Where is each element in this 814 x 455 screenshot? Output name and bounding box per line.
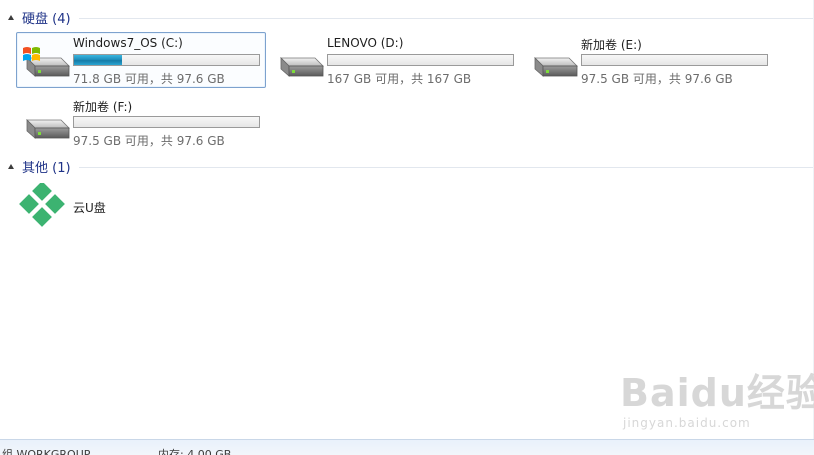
hard-drive-icon [26,119,70,139]
group-header-other[interactable]: 其他 (1) [8,156,814,176]
collapse-triangle-icon[interactable] [8,163,14,169]
drive-name: 新加卷 (E:) [581,38,642,52]
cloud-u-disk-icon [19,183,65,227]
group-title: 其他 (1) [22,160,71,176]
drive-space-text: 167 GB 可用，共 167 GB [327,72,472,86]
drive-usage-bar [327,54,514,66]
cloud-u-disk-item[interactable]: 云U盘 [18,183,218,231]
group-divider [78,17,814,19]
drive-usage-bar [73,116,260,128]
drive-e[interactable]: 新加卷 (E:) 97.5 GB 可用，共 97.6 GB [524,32,774,88]
drive-space-text: 71.8 GB 可用，共 97.6 GB [73,72,225,86]
drive-usage-bar [581,54,768,66]
drive-name: 新加卷 (F:) [73,100,133,114]
watermark-brand: Baidu经验 [620,371,814,415]
item-name: 云U盘 [73,201,106,215]
drive-space-text: 97.5 GB 可用，共 97.6 GB [581,72,733,86]
hard-drive-icon [534,57,578,77]
drive-usage-bar [73,54,260,66]
status-bar: 组 WORKGROUP 内存: 4.00 GB [0,439,814,455]
drive-d[interactable]: LENOVO (D:) 167 GB 可用，共 167 GB [270,32,520,88]
drive-c[interactable]: Windows7_OS (C:) 71.8 GB 可用，共 97.6 GB [16,32,266,88]
drive-name: LENOVO (D:) [327,36,404,50]
drive-usage-fill [74,55,123,65]
drive-f[interactable]: 新加卷 (F:) 97.5 GB 可用，共 97.6 GB [16,94,266,150]
collapse-triangle-icon[interactable] [8,14,14,20]
drive-space-text: 97.5 GB 可用，共 97.6 GB [73,134,225,148]
group-title: 硬盘 (4) [22,11,71,27]
windows-drive-icon [23,47,70,77]
hard-drive-icon [280,57,324,77]
watermark: Baidu经验 jingyan.baidu.com [620,362,814,430]
watermark-url: jingyan.baidu.com [623,416,751,430]
group-divider [78,166,814,168]
group-header-hard-disks[interactable]: 硬盘 (4) [8,7,814,27]
drive-name: Windows7_OS (C:) [73,36,183,50]
